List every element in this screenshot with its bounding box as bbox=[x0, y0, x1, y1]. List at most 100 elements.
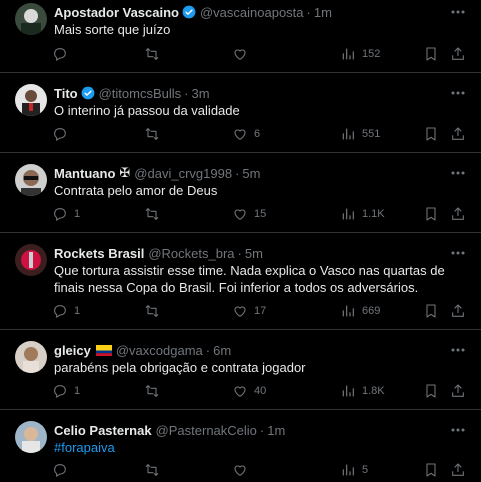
bookmark-button[interactable] bbox=[423, 302, 439, 320]
views-button[interactable]: 669 bbox=[340, 302, 380, 320]
more-options-icon[interactable] bbox=[449, 423, 467, 437]
bookmark-button[interactable] bbox=[423, 45, 439, 63]
views-button[interactable]: 152 bbox=[340, 45, 380, 63]
repost-button[interactable] bbox=[144, 461, 166, 479]
like-button[interactable]: 15 bbox=[232, 205, 266, 223]
tweet[interactable]: Celio Pasternak @PasternakCelio · 1m #fo… bbox=[0, 410, 481, 482]
display-name[interactable]: gleicy bbox=[54, 343, 91, 358]
reply-icon bbox=[52, 383, 68, 399]
avatar[interactable] bbox=[15, 421, 47, 453]
bookmark-button[interactable] bbox=[423, 125, 439, 143]
display-name[interactable]: Apostador Vascaino bbox=[54, 5, 179, 20]
tweet[interactable]: Apostador Vascaino @vascainoaposta · 1m … bbox=[0, 0, 481, 73]
reply-button[interactable] bbox=[52, 125, 74, 143]
reply-button[interactable]: 1 bbox=[52, 302, 80, 320]
views-button[interactable]: 5 bbox=[340, 461, 368, 479]
tweet-text: Que tortura assistir esse time. Nada exp… bbox=[54, 263, 445, 295]
share-button[interactable] bbox=[450, 205, 466, 223]
timestamp[interactable]: 1m bbox=[267, 423, 285, 438]
timestamp[interactable]: 5m bbox=[242, 166, 260, 181]
bookmark-icon bbox=[423, 462, 439, 478]
like-count: 6 bbox=[254, 128, 261, 140]
more-options-icon[interactable] bbox=[449, 343, 467, 357]
like-button[interactable]: 40 bbox=[232, 382, 266, 400]
action-bar: 1 15 1.1K bbox=[46, 205, 476, 223]
avatar[interactable] bbox=[15, 84, 47, 116]
views-icon bbox=[340, 303, 356, 319]
repost-button[interactable] bbox=[144, 45, 166, 63]
more-options-icon[interactable] bbox=[449, 86, 467, 100]
handle[interactable]: @Rockets_bra bbox=[148, 246, 234, 261]
avatar[interactable] bbox=[15, 164, 47, 196]
more-options-icon[interactable] bbox=[449, 246, 467, 260]
display-name[interactable]: Rockets Brasil bbox=[54, 246, 144, 261]
heart-icon bbox=[232, 206, 248, 222]
tweet-text: #forapaiva bbox=[54, 439, 465, 456]
handle[interactable]: @vaxcodgama bbox=[116, 343, 203, 358]
repost-button[interactable] bbox=[144, 125, 166, 143]
more-options-icon[interactable] bbox=[449, 5, 467, 19]
action-bar: 1 40 1.8K bbox=[46, 382, 476, 400]
display-name[interactable]: Tito bbox=[54, 86, 78, 101]
timestamp[interactable]: 5m bbox=[245, 246, 263, 261]
timestamp[interactable]: 3m bbox=[191, 86, 209, 101]
tweet[interactable]: Tito @titomcsBulls · 3m O interino já pa… bbox=[0, 73, 481, 153]
like-button[interactable] bbox=[232, 461, 254, 479]
views-button[interactable]: 1.8K bbox=[340, 382, 385, 400]
tweet-text: Mais sorte que juízo bbox=[54, 22, 171, 37]
handle[interactable]: @titomcsBulls bbox=[99, 86, 182, 101]
share-icon bbox=[450, 383, 466, 399]
bookmark-icon bbox=[423, 206, 439, 222]
share-button[interactable] bbox=[450, 461, 466, 479]
reply-icon bbox=[52, 46, 68, 62]
reply-button[interactable] bbox=[52, 461, 74, 479]
handle[interactable]: @vascainoaposta bbox=[200, 5, 304, 20]
repost-button[interactable] bbox=[144, 302, 166, 320]
share-button[interactable] bbox=[450, 125, 466, 143]
like-button[interactable] bbox=[232, 45, 254, 63]
like-button[interactable]: 6 bbox=[232, 125, 260, 143]
bookmark-button[interactable] bbox=[423, 205, 439, 223]
share-button[interactable] bbox=[450, 382, 466, 400]
handle[interactable]: @davi_crvg1998 bbox=[134, 166, 232, 181]
reply-button[interactable]: 1 bbox=[52, 382, 80, 400]
avatar[interactable] bbox=[15, 341, 47, 373]
action-bar: 5 bbox=[46, 461, 476, 479]
like-button[interactable]: 17 bbox=[232, 302, 266, 320]
views-button[interactable]: 1.1K bbox=[340, 205, 385, 223]
separator-dot: · bbox=[205, 342, 211, 358]
display-name[interactable]: Celio Pasternak bbox=[54, 423, 152, 438]
reply-button[interactable]: 1 bbox=[52, 205, 80, 223]
repost-icon bbox=[144, 383, 160, 399]
display-name[interactable]: Mantuano bbox=[54, 166, 115, 181]
heart-icon bbox=[232, 383, 248, 399]
like-count: 17 bbox=[254, 305, 267, 317]
timestamp[interactable]: 1m bbox=[314, 5, 332, 20]
bookmark-button[interactable] bbox=[423, 382, 439, 400]
tweet[interactable]: Rockets Brasil @Rockets_bra · 5m Que tor… bbox=[0, 233, 481, 330]
heart-icon bbox=[232, 303, 248, 319]
tweet-text: parabéns pela obrigação e contrata jogad… bbox=[54, 360, 306, 375]
handle[interactable]: @PasternakCelio bbox=[156, 423, 257, 438]
timestamp[interactable]: 6m bbox=[213, 343, 231, 358]
share-icon bbox=[450, 46, 466, 62]
views-button[interactable]: 551 bbox=[340, 125, 380, 143]
more-options-icon[interactable] bbox=[449, 166, 467, 180]
repost-button[interactable] bbox=[144, 382, 166, 400]
bookmark-button[interactable] bbox=[423, 461, 439, 479]
share-button[interactable] bbox=[450, 302, 466, 320]
reply-count: 1 bbox=[74, 208, 81, 220]
repost-button[interactable] bbox=[144, 205, 166, 223]
action-bar: 152 bbox=[46, 45, 476, 63]
avatar[interactable] bbox=[15, 3, 47, 35]
share-button[interactable] bbox=[450, 45, 466, 63]
tweet[interactable]: gleicy @vaxcodgama · 6m parabéns pela ob… bbox=[0, 330, 481, 410]
tweet[interactable]: Mantuano ✠ @davi_crvg1998 · 5m Contrata … bbox=[0, 153, 481, 233]
colombia-flag-icon bbox=[95, 344, 112, 356]
separator-dot: · bbox=[237, 245, 242, 261]
heart-icon bbox=[232, 462, 248, 478]
avatar[interactable] bbox=[15, 244, 47, 276]
hashtag-link[interactable]: #forapaiva bbox=[54, 440, 115, 455]
reply-button[interactable] bbox=[52, 45, 74, 63]
share-icon bbox=[450, 206, 466, 222]
